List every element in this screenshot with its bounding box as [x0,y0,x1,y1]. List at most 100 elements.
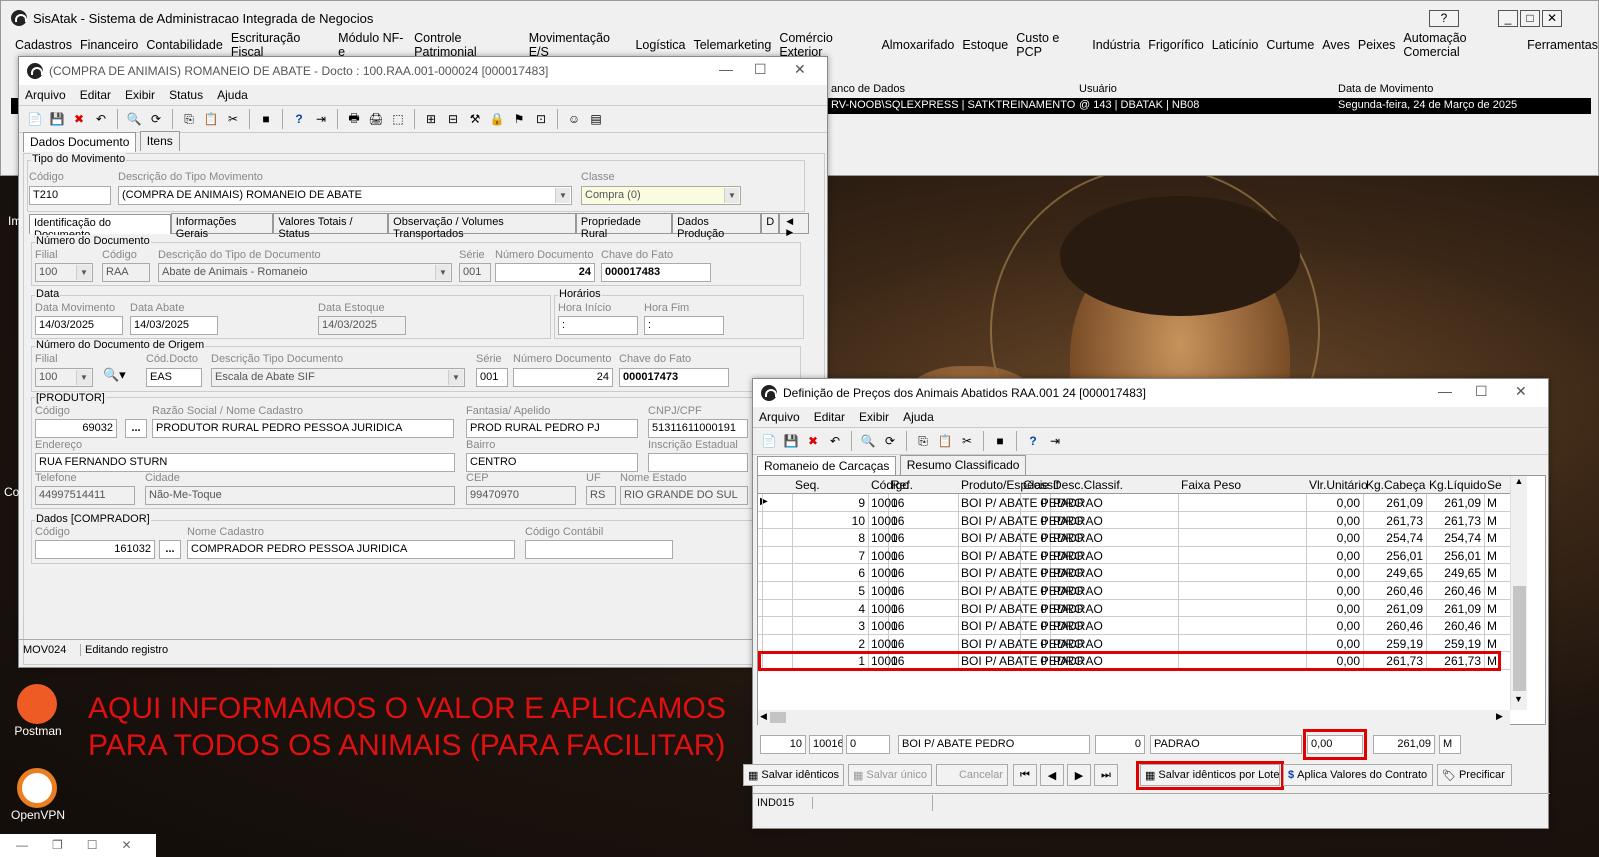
data-abate-field[interactable]: 14/03/2025 [130,316,218,335]
undo-icon[interactable]: ↶ [825,431,845,451]
romaneio-menu-editar[interactable]: Editar [80,88,111,102]
produtor-cnpj-field[interactable]: 51311611000191 [648,419,748,438]
print-options-icon[interactable]: 🖨 [366,109,386,129]
next-record-button[interactable]: ▶ [1067,764,1091,786]
main-menu-cadastros[interactable]: Cadastros [15,38,72,52]
maximize-icon[interactable]: ☐ [87,838,98,853]
precos-menu-exibir[interactable]: Exibir [859,410,889,424]
romaneio-menu-status[interactable]: Status [169,88,203,102]
main-menu-m-dulo-nf-e[interactable]: Módulo NF-e [338,31,406,59]
chevron-down-icon[interactable]: ▼ [76,370,91,385]
comprador-contabil-field[interactable] [525,540,673,559]
romaneio-menu-exibir[interactable]: Exibir [125,88,155,102]
lock-icon[interactable]: 🔒 [487,109,507,129]
main-menu-log-stica[interactable]: Logística [635,38,685,52]
main-menu-estoque[interactable]: Estoque [962,38,1008,52]
vertical-scrollbar[interactable]: ▲ ▼ [1510,476,1527,710]
produtor-codigo-field[interactable]: 69032 [35,419,117,438]
copy-icon[interactable]: ⎘ [179,109,199,129]
grid-header-0[interactable]: Seq. [795,478,820,492]
aplica-valores-button[interactable]: $ Aplica Valores do Contrato [1283,764,1433,786]
tipo-desc-select[interactable]: (COMPRA DE ANIMAIS) ROMANEIO DE ABATE ▼ [118,186,572,205]
edit-classif-field[interactable]: 0 [1095,735,1145,754]
produtor-fantasia-field[interactable]: PROD RURAL PEDRO PJ [466,419,638,438]
grid-header-10[interactable]: Se [1487,478,1502,492]
minimize-icon[interactable]: — [16,838,28,853]
main-menu-automa-o-comercial[interactable]: Automação Comercial [1403,31,1519,59]
table-row[interactable]: 7 10016 0 BOI P/ ABATE PEDRO 0 PADRAO 0,00 256,… [758,546,1510,565]
salvar-unico-button[interactable]: ▦ Salvar único [848,764,932,786]
refresh-icon[interactable]: ⟳ [880,431,900,451]
grid-header-8[interactable]: Kg.Cabeça [1366,478,1425,492]
main-menu-latic-nio[interactable]: Laticínio [1212,38,1259,52]
stop-icon[interactable]: ■ [256,109,276,129]
edit-kg-field[interactable]: 261,09 [1373,735,1435,754]
main-menu-movimenta-o-e-s[interactable]: Movimentação E/S [529,31,628,59]
main-menu-controle-patrimonial[interactable]: Controle Patrimonial [414,31,521,59]
numdoc-serie-field[interactable]: 001 [459,263,491,282]
scroll-up-icon[interactable]: ▲ [1511,476,1527,486]
minimize-icon[interactable]: — [1438,383,1452,399]
edit-se-field[interactable]: M [1439,735,1461,754]
edit-codigo-field[interactable]: 10016 [809,735,843,754]
save-icon[interactable]: 💾 [781,431,801,451]
tab-itens[interactable]: Itens [139,131,180,151]
produtor-lookup-button[interactable]: ... [125,419,147,438]
paste-icon[interactable]: 📋 [201,109,221,129]
preview-icon[interactable]: ⬚ [388,109,408,129]
produtor-cidade-field[interactable]: Não-Me-Toque [145,486,455,505]
scroll-thumb[interactable] [1513,586,1526,691]
origem-filial-select[interactable]: 100 ▼ [35,368,93,387]
maximize-icon[interactable]: ☐ [1475,383,1488,400]
scroll-down-icon[interactable]: ▼ [1514,694,1523,704]
produtor-razao-field[interactable]: PRODUTOR RURAL PEDRO PESSOA JURIDICA [152,419,454,438]
subtab-3[interactable]: Observação / Volumes Transportados [388,213,576,240]
scroll-left-icon[interactable]: ◀ [760,711,767,722]
chevron-down-icon[interactable]: ▼ [555,188,570,203]
romaneio-menu-arquivo[interactable]: Arquivo [25,88,66,102]
origem-desc-select[interactable]: Escala de Abate SIF ▼ [211,368,465,387]
audit-icon[interactable]: ⚑ [509,109,529,129]
produtor-cep-field[interactable]: 99470970 [466,486,576,505]
print-icon[interactable]: 🖶 [344,109,364,129]
main-menu-frigor-fico[interactable]: Frigorífico [1148,38,1204,52]
grid-header-7[interactable]: Vlr.Unitário [1309,478,1368,492]
refresh-icon[interactable]: ⟳ [146,109,166,129]
tab-dados-documento[interactable]: Dados Documento [23,132,137,152]
grid-header-2[interactable]: Ref. [891,478,913,492]
grid-header-6[interactable]: Faixa Peso [1181,478,1241,492]
produtor-telefone-field[interactable]: 44997514411 [35,486,135,505]
grid-header-5[interactable]: Desc.Classif. [1053,478,1123,492]
undo-icon[interactable]: ↶ [91,109,111,129]
close-icon[interactable]: ✕ [1542,10,1562,27]
table-row[interactable]: 4 10016 0 BOI P/ ABATE PEDRO 0 PADRAO 0,00 261,… [758,599,1510,618]
produtor-endereco-field[interactable]: RUA FERNANDO STURN [35,453,455,472]
tab-romaneio-carcacas[interactable]: Romaneio de Carcaças [757,456,897,476]
tools-icon[interactable]: ⚒ [465,109,485,129]
table-row[interactable]: 3 10016 0 BOI P/ ABATE PEDRO 0 PADRAO 0,00 260,… [758,617,1510,635]
search-icon[interactable]: 🔍 [858,431,878,451]
exit-icon[interactable]: ⇥ [311,109,331,129]
minimize-icon[interactable]: _ [1498,10,1518,27]
table-row[interactable]: 5 10016 0 BOI P/ ABATE PEDRO 0 PADRAO 0,00 260,… [758,582,1510,600]
hora-inicio-field[interactable]: : [558,316,638,335]
main-menu-financeiro[interactable]: Financeiro [80,38,138,52]
hora-fim-field[interactable]: : [644,316,724,335]
table-row[interactable]: 2 10016 0 BOI P/ ABATE PEDRO 0 PADRAO 0,00 259,… [758,634,1510,653]
close-icon[interactable]: ✕ [794,61,806,78]
origem-chave-field[interactable]: 000017473 [619,368,729,387]
main-menu-custo-e-pcp[interactable]: Custo e PCP [1016,31,1084,59]
classe-select[interactable]: Compra (0) ▼ [581,186,741,205]
close-icon[interactable]: ✕ [122,838,132,853]
subtab-0[interactable]: Identificação do Documento [29,214,171,241]
chevron-down-icon[interactable]: ▼ [76,265,91,280]
stop-icon[interactable]: ■ [990,431,1010,451]
origem-num-field[interactable]: 24 [513,368,613,387]
horizontal-scrollbar[interactable]: ◀ ▶ [758,710,1510,725]
subtab-2[interactable]: Valores Totais / Status [273,213,389,240]
numdoc-codigo-field[interactable]: RAA [102,263,150,282]
produtor-estado-field[interactable]: RIO GRANDE DO SUL [620,486,748,505]
table-row[interactable]: ▶ 9 10016 0 BOI P/ ABATE PEDRO 0 PADRAO 0,00 261… [758,494,1510,512]
main-menu-peixes[interactable]: Peixes [1358,38,1396,52]
first-record-button[interactable]: ⏮ [1013,764,1037,786]
